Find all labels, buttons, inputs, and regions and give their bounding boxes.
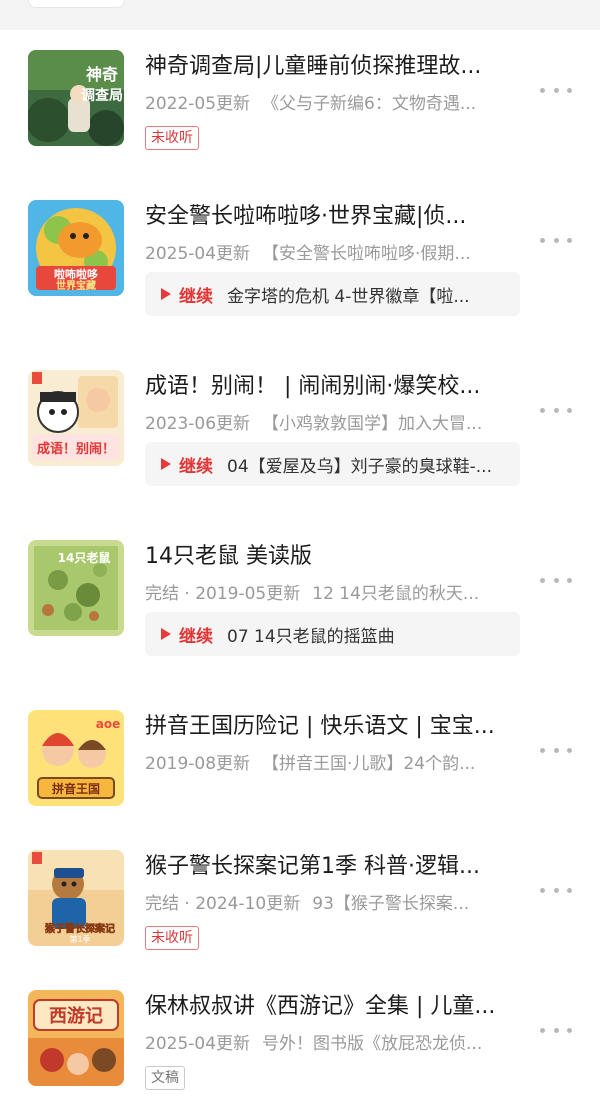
album-subtitle: 完结 · 2024-10更新 93【猴子警长探案... [145, 892, 520, 916]
continue-playing-bar[interactable]: 继续 07 14只老鼠的摇篮曲 [145, 612, 520, 656]
list-item[interactable]: 啦咘啦哆 世界宝藏 安全警长啦咘啦哆·世界宝藏|侦... 2025-04更新 【安… [0, 180, 600, 330]
unplayed-badge: 未收听 [145, 926, 199, 950]
continue-playing-bar[interactable]: 继续 金字塔的危机 4-世界徽章【啦... [145, 272, 520, 316]
more-options-icon[interactable] [540, 400, 572, 420]
more-options-icon[interactable] [540, 570, 572, 590]
play-icon [161, 288, 171, 300]
cover-image: 西游记 [28, 990, 124, 1086]
update-meta: 2025-04更新 [145, 244, 251, 264]
album-cover: aoe 拼音王国 [28, 710, 124, 806]
top-bar [0, 0, 600, 30]
album-subtitle: 2023-06更新 【小鸡敦敦国学】加入大冒... [145, 412, 520, 436]
album-title: 拼音王国历险记 | 快乐语文 | 宝宝... [145, 714, 495, 739]
list-item[interactable]: 西游记 保林叔叔讲《西游记》全集 | 儿童... 2025-04更新 号外！图书版… [0, 970, 600, 1120]
list-item[interactable]: 猴子警长探案记 第1季 猴子警长探案记第1季 科普·逻辑... 完结 · 202… [0, 830, 600, 980]
album-subtitle: 2025-04更新 【安全警长啦咘啦哆·假期... [145, 242, 520, 266]
list-item[interactable]: 神奇 调查局 神奇调查局|儿童睡前侦探推理故... 2022-05更新 《父与子新… [0, 30, 600, 180]
cover-image: 成语！别闹！ [28, 370, 124, 466]
cover-image: 14只老鼠 [28, 540, 124, 636]
update-meta: 完结 · 2019-05更新 [145, 584, 301, 604]
album-cover: 啦咘啦哆 世界宝藏 [28, 200, 124, 296]
album-title: 14只老鼠 美读版 [145, 544, 312, 569]
album-title: 成语！别闹！ | 闹闹别闹·爆笑校... [145, 374, 481, 399]
continue-episode: 07 14只老鼠的摇篮曲 [227, 626, 395, 647]
update-meta: 完结 · 2024-10更新 [145, 894, 301, 914]
update-meta: 2025-04更新 [145, 1034, 251, 1054]
latest-episode: 号外！图书版《放屁恐龙侦... [262, 1034, 483, 1054]
list-item[interactable]: 14只老鼠 14只老鼠 美读版 完结 · 2019-05更新 12 14只老鼠的秋… [0, 520, 600, 670]
album-cover: 神奇 调查局 [28, 50, 124, 146]
continue-episode: 04【爱屋及乌】刘子豪的臭球鞋-... [227, 456, 492, 477]
cover-image: 猴子警长探案记 第1季 [28, 850, 124, 946]
svg-text:世界宝藏: 世界宝藏 [56, 279, 96, 292]
album-title: 神奇调查局|儿童睡前侦探推理故... [145, 54, 482, 79]
latest-episode: 【拼音王国·儿歌】24个韵... [262, 754, 476, 774]
svg-text:西游记: 西游记 [49, 1005, 103, 1027]
latest-episode: 【小鸡敦敦国学】加入大冒... [262, 414, 483, 434]
play-icon [161, 628, 171, 640]
continue-label: 继续 [179, 456, 213, 477]
svg-text:14只老鼠: 14只老鼠 [58, 550, 111, 565]
cover-image: 神奇 调查局 [28, 50, 124, 146]
album-subtitle: 2019-08更新 【拼音王国·儿歌】24个韵... [145, 752, 520, 776]
album-cover: 成语！别闹！ [28, 370, 124, 466]
latest-episode: 12 14只老鼠的秋天... [312, 584, 480, 604]
continue-label: 继续 [179, 286, 213, 307]
list-item[interactable]: aoe 拼音王国 拼音王国历险记 | 快乐语文 | 宝宝... 2019-08更… [0, 690, 600, 840]
more-options-icon[interactable] [540, 230, 572, 250]
filter-tab[interactable] [28, 0, 125, 8]
cover-image: aoe 拼音王国 [28, 710, 124, 806]
latest-episode: 《父与子新编6：文物奇遇... [262, 94, 477, 114]
cover-title-text: 神奇 [86, 65, 118, 84]
transcript-badge: 文稿 [145, 1066, 185, 1090]
more-options-icon[interactable] [540, 80, 572, 100]
unplayed-badge: 未收听 [145, 126, 199, 150]
update-meta: 2019-08更新 [145, 754, 251, 774]
cover-image: 啦咘啦哆 世界宝藏 [28, 200, 124, 296]
album-title: 保林叔叔讲《西游记》全集 | 儿童... [145, 994, 496, 1019]
list-item[interactable]: 成语！别闹！ 成语！别闹！ | 闹闹别闹·爆笑校... 2023-06更新 【小鸡… [0, 350, 600, 500]
more-options-icon[interactable] [540, 880, 572, 900]
update-meta: 2023-06更新 [145, 414, 251, 434]
svg-text:啦咘啦哆: 啦咘啦哆 [54, 267, 98, 281]
latest-episode: 【安全警长啦咘啦哆·假期... [262, 244, 471, 264]
continue-label: 继续 [179, 626, 213, 647]
album-cover: 西游记 [28, 990, 124, 1086]
album-title: 猴子警长探案记第1季 科普·逻辑... [145, 854, 480, 879]
svg-text:成语！别闹！: 成语！别闹！ [37, 441, 115, 457]
more-options-icon[interactable] [540, 740, 572, 760]
update-meta: 2022-05更新 [145, 94, 251, 114]
album-cover: 14只老鼠 [28, 540, 124, 636]
album-title: 安全警长啦咘啦哆·世界宝藏|侦... [145, 204, 467, 229]
album-cover: 猴子警长探案记 第1季 [28, 850, 124, 946]
more-options-icon[interactable] [540, 1020, 572, 1040]
svg-text:猴子警长探案记: 猴子警长探案记 [45, 922, 115, 935]
svg-text:aoe: aoe [96, 717, 120, 731]
album-subtitle: 2025-04更新 号外！图书版《放屁恐龙侦... [145, 1032, 520, 1056]
play-icon [161, 458, 171, 470]
svg-text:拼音王国: 拼音王国 [52, 781, 100, 796]
album-subtitle: 完结 · 2019-05更新 12 14只老鼠的秋天... [145, 582, 520, 606]
svg-text:调查局: 调查局 [81, 87, 123, 104]
album-subtitle: 2022-05更新 《父与子新编6：文物奇遇... [145, 92, 520, 116]
svg-text:第1季: 第1季 [69, 934, 90, 944]
latest-episode: 93【猴子警长探案... [312, 894, 470, 914]
continue-episode: 金字塔的危机 4-世界徽章【啦... [227, 286, 470, 307]
continue-playing-bar[interactable]: 继续 04【爱屋及乌】刘子豪的臭球鞋-... [145, 442, 520, 486]
